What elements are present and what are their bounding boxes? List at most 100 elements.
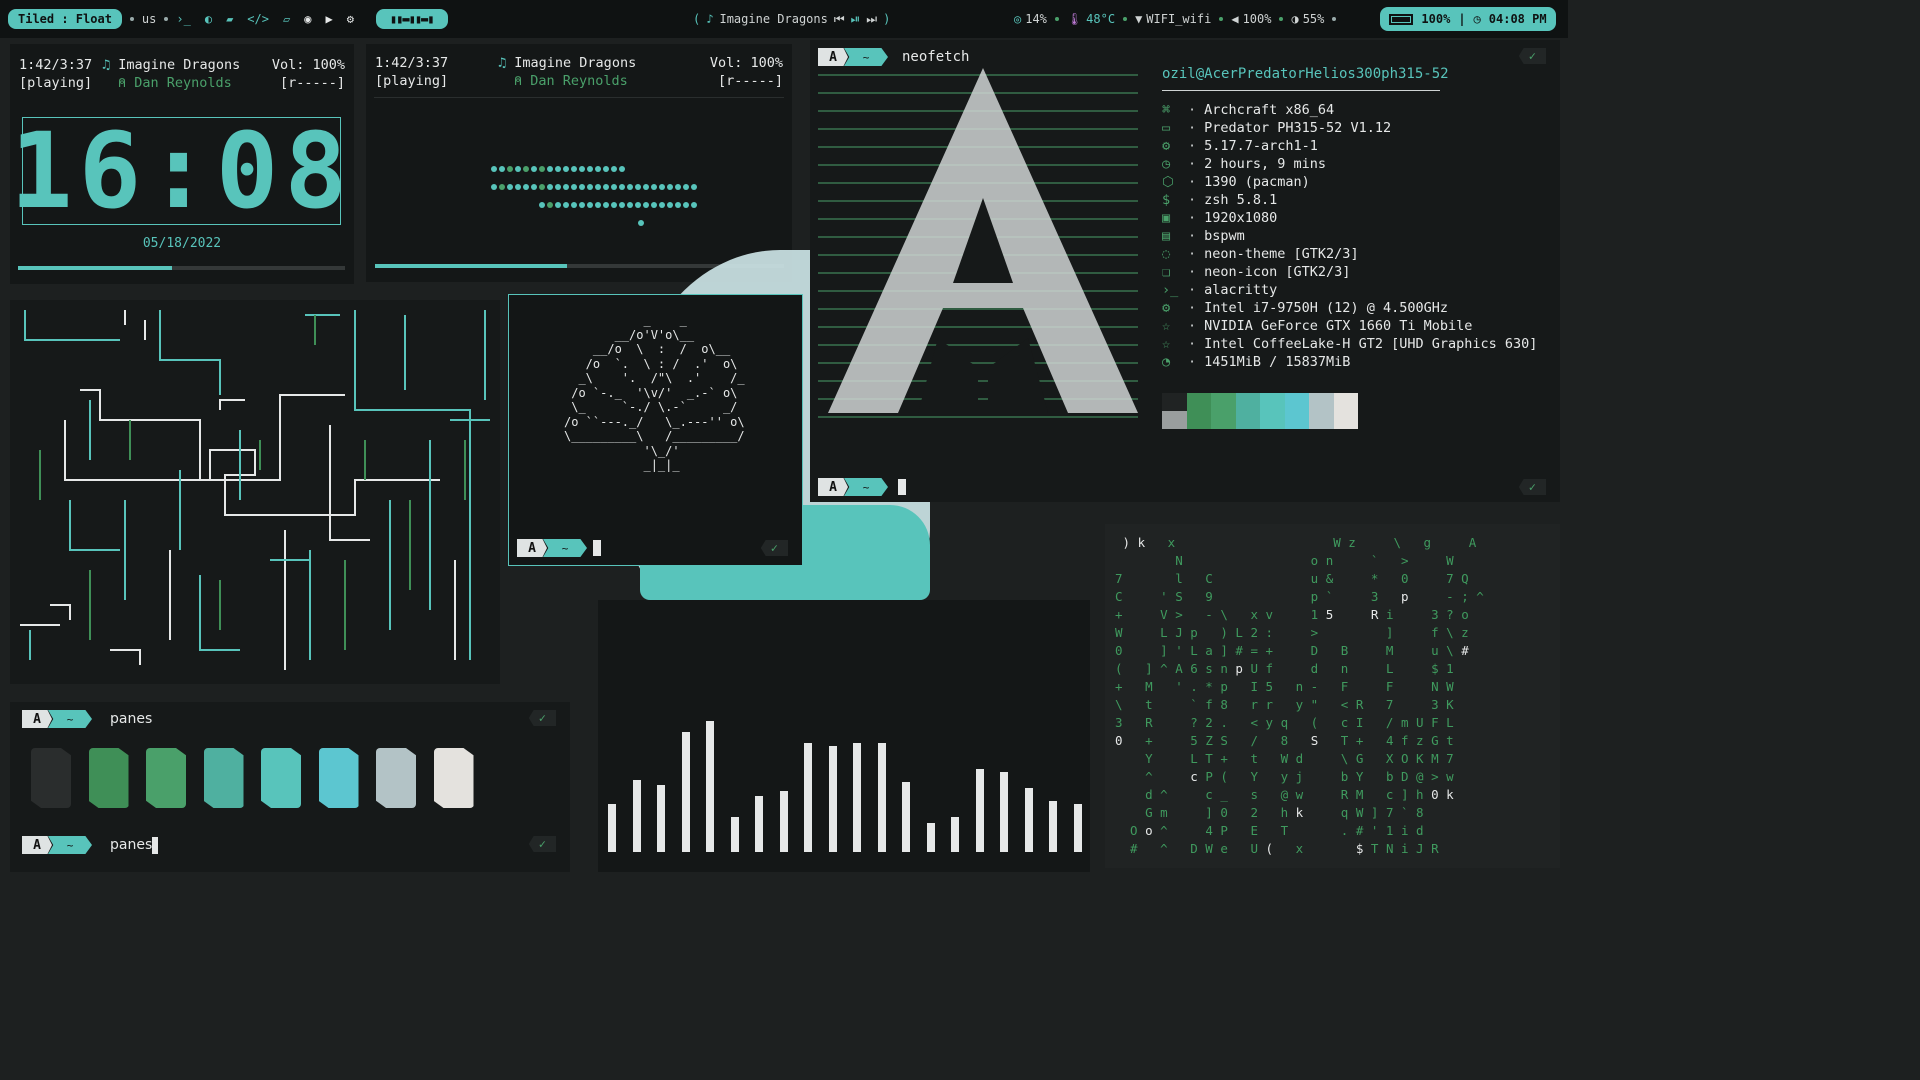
battery-icon bbox=[1389, 13, 1414, 25]
visualizer-bar bbox=[779, 791, 788, 852]
palette-color bbox=[1211, 393, 1236, 429]
next-icon[interactable]: ⏭ bbox=[866, 12, 877, 27]
info-icon: ⌘ bbox=[1162, 102, 1171, 118]
color-swatch bbox=[261, 748, 301, 808]
visualizer-bar bbox=[828, 746, 837, 852]
system-info-row: ⚙ · Intel i7-9750H (12) @ 4.500GHz bbox=[1162, 300, 1448, 316]
clock-display: 16:08 bbox=[9, 110, 354, 232]
info-icon: ▣ bbox=[1162, 210, 1171, 226]
arch-logo-icon: A bbox=[818, 478, 848, 496]
text-cursor bbox=[898, 479, 906, 495]
info-value: neon-theme [GTK2/3] bbox=[1204, 246, 1359, 262]
info-value: zsh 5.8.1 bbox=[1204, 192, 1278, 208]
palette-color bbox=[1284, 393, 1309, 429]
color-swatch bbox=[88, 748, 129, 808]
info-icon: ◔ bbox=[1162, 354, 1171, 370]
info-icon: ☆ bbox=[1162, 318, 1171, 334]
chat-icon[interactable]: ◉ bbox=[304, 12, 311, 26]
matrix-rain: ) k x W z \ g A N o n ` > W 7 l C u & * … bbox=[1105, 524, 1560, 868]
palette-color bbox=[1260, 393, 1285, 429]
info-value: 1920x1080 bbox=[1204, 210, 1278, 226]
arch-logo-icon: A bbox=[517, 539, 547, 557]
player1-position: 1:42/3:37 bbox=[19, 57, 93, 73]
info-icon: ❏ bbox=[1162, 264, 1171, 280]
arch-logo-icon: A bbox=[22, 836, 52, 854]
wifi-widget[interactable]: ▼ WIFI_wifi bbox=[1135, 12, 1211, 26]
arch-logo-icon: A bbox=[22, 710, 52, 728]
audio-visualizer bbox=[598, 600, 1090, 872]
system-info-row: ›_ · alacritty bbox=[1162, 282, 1278, 298]
visualizer-bar bbox=[1000, 772, 1008, 852]
player1-artist: Imagine Dragons bbox=[118, 57, 241, 73]
panes-terminal[interactable]: A ~ panes ✓ A ~ panes ✓ bbox=[10, 702, 570, 872]
shell-prompt: A ~ neofetch bbox=[818, 48, 969, 66]
info-value: alacritty bbox=[1204, 282, 1278, 298]
now-playing-widget: ( ♪ Imagine Dragons ⏮ ⏯ ⏭ ) bbox=[693, 11, 891, 27]
color-swatch bbox=[433, 748, 474, 808]
ascii-art-terminal[interactable]: _ _ __/o'V'o\__ __/o \ : / o\__ /o `. \ … bbox=[508, 294, 803, 566]
player1-progress[interactable] bbox=[18, 266, 345, 270]
panes-command-input[interactable]: panes bbox=[110, 837, 152, 853]
music-clock-panel: 1:42/3:37 [playing] ♫ Imagine Dragons ⍝ … bbox=[10, 44, 354, 284]
info-value: 5.17.7-arch1-1 bbox=[1204, 138, 1318, 154]
music-note-icon: ♫ bbox=[498, 55, 507, 71]
clock-box: 16:08 bbox=[10, 110, 347, 232]
system-info-row: ▣ · 1920x1080 bbox=[1162, 210, 1278, 226]
info-icon: ›_ bbox=[1162, 282, 1179, 298]
neofetch-terminal[interactable]: A ~ neofetch ✓ ozil@AcerPredatorHelios30… bbox=[810, 40, 1560, 502]
home-dir-segment: ~ bbox=[48, 710, 92, 728]
user-host: ozil@AcerPredatorHelios300ph315-52 bbox=[1162, 66, 1449, 82]
info-value: NVIDIA GeForce GTX 1660 Ti Mobile bbox=[1204, 318, 1473, 334]
success-check-icon: ✓ bbox=[1518, 48, 1546, 64]
app-launchers: ›_ ◐ ▰ </> ▱ ◉ ▶ ⚙ bbox=[176, 12, 354, 26]
info-icon: ⚙ bbox=[1162, 138, 1171, 154]
terminal-icon[interactable]: ›_ bbox=[176, 12, 190, 26]
dot-visualizer bbox=[491, 166, 697, 226]
info-icon: ⬡ bbox=[1162, 174, 1174, 190]
visualizer-bar bbox=[1049, 801, 1057, 852]
code-icon[interactable]: </> bbox=[247, 12, 269, 26]
workspaces-indicator[interactable]: ▮▮▬▮▮▬▮ bbox=[375, 9, 448, 29]
text-cursor bbox=[152, 836, 159, 854]
visualizer-bar bbox=[730, 817, 739, 852]
player1-flags: [r-----] bbox=[279, 75, 345, 91]
settings-icon[interactable]: ⚙ bbox=[347, 12, 354, 26]
archcraft-ascii-logo bbox=[818, 68, 1138, 418]
layout-mode-pill[interactable]: Tiled : Float bbox=[8, 9, 122, 29]
palette-color bbox=[1333, 393, 1358, 429]
visualizer-bar bbox=[877, 743, 886, 852]
color-swatch bbox=[146, 748, 186, 808]
visualizer-bar bbox=[681, 732, 690, 852]
system-info-row: ❏ · neon-icon [GTK2/3] bbox=[1162, 264, 1351, 280]
keyboard-layout[interactable]: us bbox=[142, 12, 156, 26]
info-value: Intel CoffeeLake-H GT2 [UHD Graphics 630… bbox=[1204, 336, 1538, 352]
youtube-icon[interactable]: ▶ bbox=[325, 12, 332, 26]
folder-icon[interactable]: ▰ bbox=[226, 12, 233, 26]
visualizer-bar bbox=[804, 743, 812, 852]
notes-icon[interactable]: ▱ bbox=[283, 12, 290, 26]
pause-icon[interactable]: ⏯ bbox=[851, 12, 861, 27]
success-check-icon: ✓ bbox=[1518, 479, 1546, 495]
previous-icon[interactable]: ⏮ bbox=[834, 12, 845, 27]
palette-color bbox=[1309, 393, 1334, 429]
system-info-row: ▭ · Predator PH315-52 V1.12 bbox=[1162, 120, 1392, 136]
visualizer-bar bbox=[975, 769, 984, 852]
visualizer-bar bbox=[902, 782, 910, 852]
neofetch-command: neofetch bbox=[902, 49, 970, 65]
info-icon: ▭ bbox=[1162, 120, 1171, 136]
system-info-row: ☆ · NVIDIA GeForce GTX 1660 Ti Mobile bbox=[1162, 318, 1473, 334]
volume-widget[interactable]: ◀ 100% bbox=[1231, 12, 1271, 26]
firefox-icon[interactable]: ◐ bbox=[205, 12, 212, 26]
info-value: neon-icon [GTK2/3] bbox=[1204, 264, 1351, 280]
music-note-icon: ♪ bbox=[706, 12, 714, 26]
user-icon: ⍝ bbox=[514, 73, 523, 89]
visualizer-bar bbox=[1024, 788, 1033, 852]
user-icon: ⍝ bbox=[118, 75, 127, 91]
brightness-widget[interactable]: ◑ 55% bbox=[1291, 12, 1324, 26]
player1-singer: Dan Reynolds bbox=[134, 75, 232, 91]
battery-clock-pill[interactable]: 100% | ◷ 04:08 PM bbox=[1380, 7, 1556, 31]
bar-time: 04:08 PM bbox=[1488, 12, 1547, 26]
speaker-icon: ◀ bbox=[1231, 12, 1239, 26]
info-icon: ⚙ bbox=[1162, 300, 1171, 316]
arch-logo-icon: A bbox=[818, 48, 848, 66]
